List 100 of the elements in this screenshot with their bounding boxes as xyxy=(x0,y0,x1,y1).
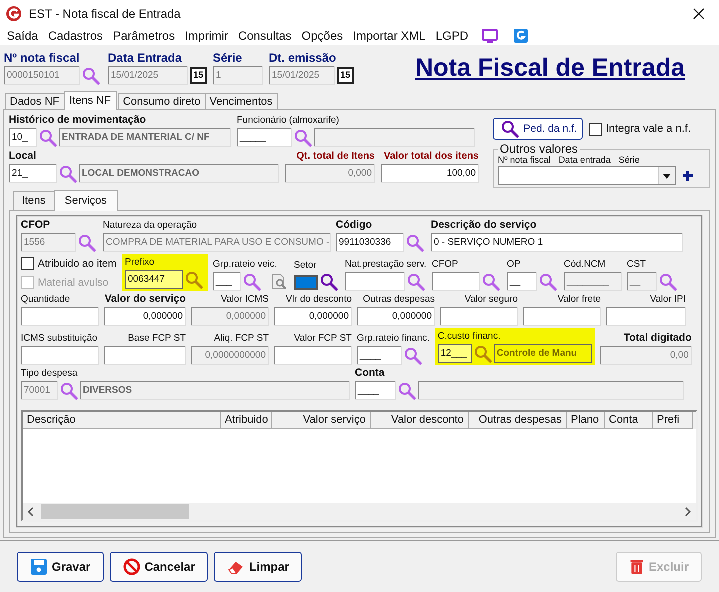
column-header[interactable]: Valor desconto xyxy=(371,412,469,429)
input-field[interactable]: COMPRA DE MATERIAL PARA USO E CONSUMO - xyxy=(103,233,331,252)
menu-item[interactable]: Parâmetros xyxy=(108,29,180,43)
tab[interactable]: Consumo direto xyxy=(118,93,206,109)
input-field[interactable]: 0,000000 xyxy=(274,307,352,326)
input-field[interactable]: 0 - SERVIÇO NUMERO 1 xyxy=(431,233,683,252)
checkbox[interactable] xyxy=(21,257,34,270)
action-button[interactable]: Gravar xyxy=(17,552,104,582)
field-label: C.custo financ. xyxy=(438,330,502,343)
form-title: Nota Fiscal de Entrada xyxy=(415,54,685,83)
search-icon[interactable] xyxy=(500,120,519,138)
input-field[interactable] xyxy=(104,346,186,365)
description-field[interactable]: Controle de Manu xyxy=(494,344,592,363)
input-field[interactable]: 1556 xyxy=(21,233,76,252)
input-field[interactable]: __ xyxy=(507,272,537,291)
column-header[interactable]: Atribuido xyxy=(221,412,272,429)
checkbox[interactable] xyxy=(589,122,602,136)
field-label: OP xyxy=(507,258,522,271)
input-field[interactable]: ____ xyxy=(357,346,402,365)
action-button[interactable]: Limpar xyxy=(214,552,302,582)
description-field[interactable] xyxy=(418,381,684,400)
order-button[interactable]: Ped. da n.f. xyxy=(493,118,583,140)
field-label: ICMS substituição xyxy=(21,332,99,345)
input-field[interactable]: 9911030336 xyxy=(336,233,404,252)
color-field[interactable] xyxy=(294,274,318,290)
scrollbar-thumb[interactable] xyxy=(41,504,189,519)
column-header[interactable]: Descrição xyxy=(23,412,221,429)
field-label: Tipo despesa xyxy=(21,367,79,380)
input-field[interactable] xyxy=(432,272,480,291)
description-field[interactable]: DIVERSOS xyxy=(80,381,350,400)
input-field[interactable] xyxy=(21,307,99,326)
input-field[interactable] xyxy=(606,307,686,326)
input-field[interactable]: 10_ xyxy=(9,128,37,147)
tab[interactable]: Dados NF xyxy=(5,93,65,109)
menu-item[interactable]: Consultas xyxy=(233,29,297,43)
no-entry-icon xyxy=(122,558,141,576)
dropdown[interactable] xyxy=(498,166,676,185)
field-label: Valor ICMS xyxy=(220,293,269,306)
menu-item[interactable]: Imprimir xyxy=(180,29,234,43)
tab[interactable]: Itens NF xyxy=(64,91,118,110)
input-field[interactable] xyxy=(440,307,518,326)
tab[interactable]: Vencimentos xyxy=(204,93,278,109)
calendar-button[interactable]: 15 xyxy=(190,67,207,84)
input-field[interactable]: 12___ xyxy=(438,344,472,363)
input-field[interactable]: 100,00 xyxy=(381,164,479,183)
menu-item[interactable]: Cadastros xyxy=(43,29,108,43)
input-field[interactable]: 70001 xyxy=(21,381,58,400)
field-label: Aliq. FCP ST xyxy=(213,332,269,345)
menu-item[interactable]: LGPD xyxy=(430,29,474,43)
input-field[interactable] xyxy=(523,307,601,326)
menu-item[interactable]: Importar XML xyxy=(348,29,431,43)
input-field[interactable]: __ xyxy=(627,272,657,291)
field-label: Valor FCP ST xyxy=(293,332,352,345)
input-field[interactable]: 21_ xyxy=(9,164,57,183)
column-label: Nº nota fiscal xyxy=(498,155,551,166)
document-search-icon xyxy=(271,272,287,290)
plus-icon[interactable] xyxy=(682,170,694,182)
description-field[interactable]: LOCAL DEMONSTRACAO xyxy=(79,164,279,183)
description-field[interactable]: ENTRADA DE MANTERIAL C/ NF xyxy=(59,128,231,147)
input-field[interactable]: 0,000000 xyxy=(104,307,186,326)
monitor-icon[interactable] xyxy=(480,28,499,44)
input-field[interactable]: 0,000000 xyxy=(191,307,269,326)
input-field[interactable]: 0,000 xyxy=(285,164,375,183)
input-field[interactable]: 1 xyxy=(213,66,263,85)
action-button[interactable]: Cancelar xyxy=(110,552,208,582)
column-header[interactable]: Conta xyxy=(605,412,653,429)
field-label: Dt. emissão xyxy=(269,52,338,65)
tab[interactable]: Serviços xyxy=(54,190,118,211)
menu-item[interactable]: Opções xyxy=(296,29,348,43)
app-badge-icon[interactable] xyxy=(512,28,529,44)
input-field[interactable]: 15/01/2025 xyxy=(108,66,188,85)
field-label: Grp.rateio veic. xyxy=(213,258,278,271)
description-field[interactable] xyxy=(314,128,475,147)
column-header[interactable]: Plano xyxy=(567,412,605,429)
column-header[interactable]: Outras despesas xyxy=(469,412,567,429)
input-field[interactable] xyxy=(274,346,352,365)
input-field[interactable]: 0,000000 xyxy=(357,307,435,326)
input-field[interactable]: 15/01/2025 xyxy=(269,66,335,85)
input-field[interactable]: _____ xyxy=(237,128,292,147)
checkbox-label: Material avulso xyxy=(38,276,109,288)
input-field[interactable]: 0,00 xyxy=(600,346,692,365)
input-field[interactable] xyxy=(345,272,405,291)
calendar-button[interactable]: 15 xyxy=(337,67,354,84)
field-label: Valor IPI xyxy=(649,293,686,306)
tab[interactable]: Itens xyxy=(13,191,55,210)
field-label: Quantidade xyxy=(21,293,72,306)
input-field[interactable]: 0000150101 xyxy=(4,66,80,85)
input-field[interactable]: 0,0000000000 xyxy=(191,346,269,365)
input-field[interactable]: ___ xyxy=(213,272,241,291)
search-icon[interactable] xyxy=(320,273,338,291)
column-header[interactable]: Valor serviço xyxy=(272,412,371,429)
input-field[interactable]: ________ xyxy=(564,272,622,291)
column-header[interactable]: Prefi xyxy=(653,412,693,429)
input-field[interactable]: 0063447 xyxy=(125,270,183,289)
field-label: Qt. total de Itens xyxy=(296,150,375,163)
close-icon[interactable] xyxy=(693,8,705,20)
menu-item[interactable]: Saída xyxy=(2,29,44,43)
input-field[interactable] xyxy=(21,346,99,365)
checkbox-label: Atribuido ao item xyxy=(38,258,117,270)
input-field[interactable]: ____ xyxy=(355,381,396,400)
